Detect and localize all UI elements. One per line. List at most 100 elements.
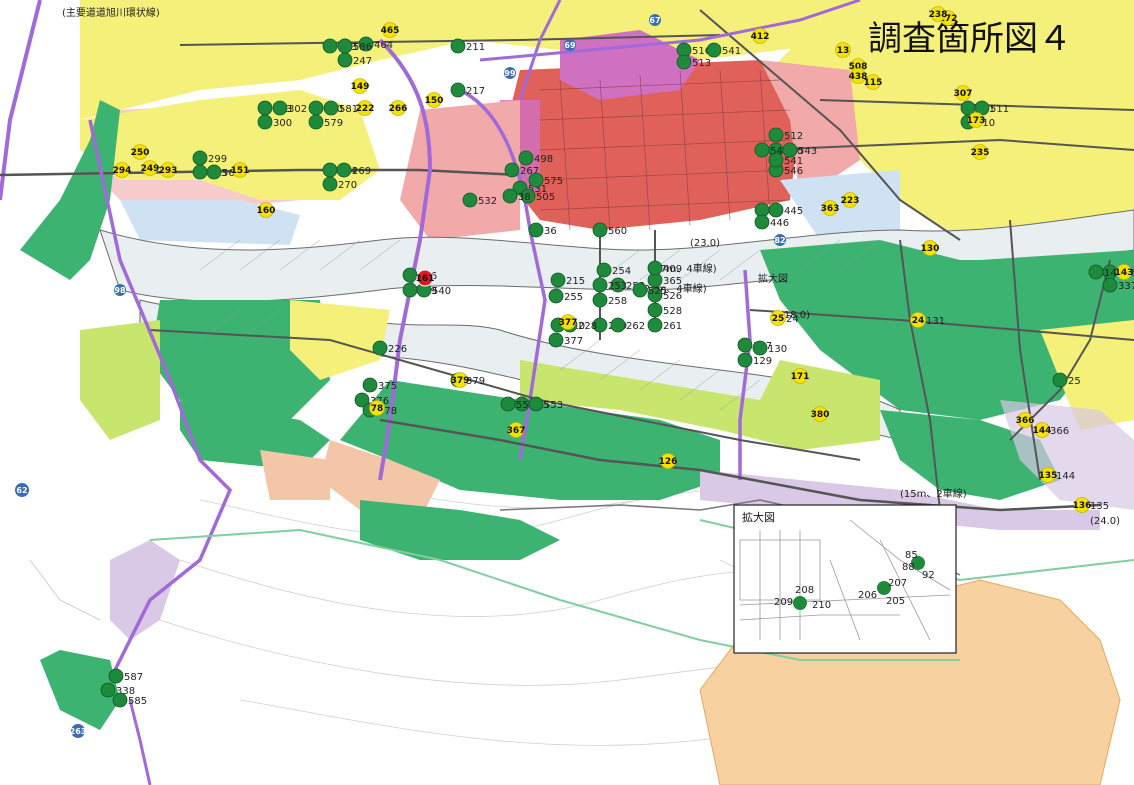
survey-point-green-43[interactable] <box>402 282 418 298</box>
survey-point-green-label-46: 255 <box>564 292 583 303</box>
survey-point-green-label-7: 513 <box>692 58 711 69</box>
survey-point-yellow-label-36: 78 <box>371 404 384 414</box>
survey-point-green-18[interactable] <box>322 162 338 178</box>
survey-point-green-13[interactable] <box>308 114 324 130</box>
survey-point-green-68[interactable] <box>500 396 516 412</box>
survey-point-green-4[interactable] <box>450 38 466 54</box>
survey-point-green-label-45: 215 <box>566 276 585 287</box>
survey-point-green-10[interactable] <box>272 100 288 116</box>
survey-point-green-11[interactable] <box>257 114 273 130</box>
survey-point-green-49[interactable] <box>592 277 608 293</box>
survey-point-green-34[interactable] <box>754 142 770 158</box>
survey-point-green-1[interactable] <box>337 52 353 68</box>
survey-point-green-28[interactable] <box>592 222 608 238</box>
survey-point-green-82[interactable] <box>100 682 116 698</box>
survey-point-yellow-label-29: 126 <box>659 457 678 467</box>
survey-point-green-84[interactable] <box>112 692 128 708</box>
inset-label-205: 205 <box>886 596 905 607</box>
survey-point-green-label-53: 261 <box>663 321 682 332</box>
inset-label-92: 92 <box>922 570 935 581</box>
survey-point-green-label-32: 512 <box>784 131 803 142</box>
survey-point-green-25[interactable] <box>528 172 544 188</box>
survey-point-green-8[interactable] <box>706 42 722 58</box>
survey-point-green-label-8: 541 <box>722 46 741 57</box>
survey-point-green-17[interactable] <box>206 164 222 180</box>
survey-point-green-72[interactable] <box>752 340 768 356</box>
survey-point-green-32[interactable] <box>768 127 784 143</box>
survey-point-green-label-47: 254 <box>612 266 631 277</box>
survey-point-green-81[interactable] <box>1102 277 1118 293</box>
survey-point-green-24[interactable] <box>518 150 534 166</box>
survey-point-green-label-61: 377 <box>564 336 583 347</box>
survey-point-green-80[interactable] <box>1088 264 1104 280</box>
inset-point-208[interactable] <box>793 596 807 610</box>
survey-point-yellow-label-5: 250 <box>131 148 150 158</box>
survey-point-green-52[interactable] <box>610 317 626 333</box>
survey-point-yellow-label-23: 24 <box>912 316 925 326</box>
survey-point-green-58[interactable] <box>647 260 663 276</box>
survey-point-green-label-20: 269 <box>352 166 371 177</box>
survey-point-green-16[interactable] <box>192 150 208 166</box>
survey-point-green-9[interactable] <box>257 100 273 116</box>
survey-point-green-12[interactable] <box>308 100 324 116</box>
survey-point-green-14[interactable] <box>323 100 339 116</box>
survey-point-yellow-label-19: 363 <box>821 204 840 214</box>
survey-point-green-label-62: 226 <box>388 344 407 355</box>
survey-point-yellow-label-4: 222 <box>356 104 375 114</box>
survey-point-green-41[interactable] <box>528 222 544 238</box>
survey-point-yellow-label-6: 249 <box>141 164 160 174</box>
survey-point-green-20[interactable] <box>336 162 352 178</box>
survey-point-green-label-72: 130 <box>768 344 787 355</box>
survey-point-green-7[interactable] <box>676 54 692 70</box>
survey-point-green-53[interactable] <box>647 317 663 333</box>
survey-point-green-69[interactable] <box>528 396 544 412</box>
survey-point-green-50[interactable] <box>592 292 608 308</box>
survey-point-green-label-63: 375 <box>378 381 397 392</box>
survey-point-green-label-3: 464 <box>374 40 393 51</box>
survey-point-green-62[interactable] <box>372 340 388 356</box>
survey-point-green-61[interactable] <box>548 332 564 348</box>
survey-point-green-2[interactable] <box>322 38 338 54</box>
survey-point-green-37[interactable] <box>768 152 784 168</box>
survey-point-green-39[interactable] <box>768 202 784 218</box>
survey-point-green-63[interactable] <box>362 377 378 393</box>
survey-map: 調査箇所図４ 拡大図 62 263 98 99 67 69 82 (主要道道旭川… <box>0 0 1134 785</box>
survey-point-green-19[interactable] <box>322 176 338 192</box>
survey-point-green-label-60: 228 <box>578 321 597 332</box>
survey-point-yellow-label-27: 379 <box>451 376 470 386</box>
survey-point-green-label-54: 528 <box>663 306 682 317</box>
inset-map: 拡大図 208 209 210 206 205 207 85 88 92 <box>733 504 957 654</box>
survey-point-yellow-label-17: 235 <box>971 148 990 158</box>
survey-point-green-label-4: 211 <box>466 42 485 53</box>
survey-point-green-label-85: 586 <box>353 42 372 53</box>
route-label-263: 263 <box>70 727 87 736</box>
survey-point-green-35[interactable] <box>782 142 798 158</box>
survey-point-green-47[interactable] <box>596 262 612 278</box>
survey-point-green-21[interactable] <box>504 162 520 178</box>
survey-point-green-56[interactable] <box>632 282 648 298</box>
survey-point-green-label-69: 553 <box>544 400 563 411</box>
survey-point-green-70[interactable] <box>737 337 753 353</box>
survey-point-red-label: 161 <box>416 274 435 284</box>
survey-point-green-27[interactable] <box>462 192 478 208</box>
survey-point-yellow-label-25: 171 <box>791 372 810 382</box>
inset-label-207: 207 <box>888 578 907 589</box>
survey-point-yellow-label-21: 238 <box>929 10 948 20</box>
survey-point-yellow-label-26: 380 <box>811 410 830 420</box>
survey-point-green-26[interactable] <box>502 188 518 204</box>
survey-point-green-75[interactable] <box>1052 372 1068 388</box>
survey-point-green-40[interactable] <box>754 214 770 230</box>
survey-point-yellow-label-2: 266 <box>389 104 408 114</box>
survey-point-green-54[interactable] <box>647 302 663 318</box>
survey-point-yellow-label-22: 412 <box>751 32 770 42</box>
survey-point-green-85[interactable] <box>337 38 353 54</box>
survey-point-green-5[interactable] <box>450 82 466 98</box>
route-label-99: 99 <box>504 69 516 78</box>
survey-point-green-45[interactable] <box>550 272 566 288</box>
survey-point-green-71[interactable] <box>737 352 753 368</box>
survey-point-green-15[interactable] <box>192 164 208 180</box>
survey-point-green-label-11: 300 <box>273 118 292 129</box>
survey-point-green-46[interactable] <box>548 288 564 304</box>
road-note-5: (23.0) <box>690 238 720 249</box>
survey-point-green-83[interactable] <box>108 668 124 684</box>
